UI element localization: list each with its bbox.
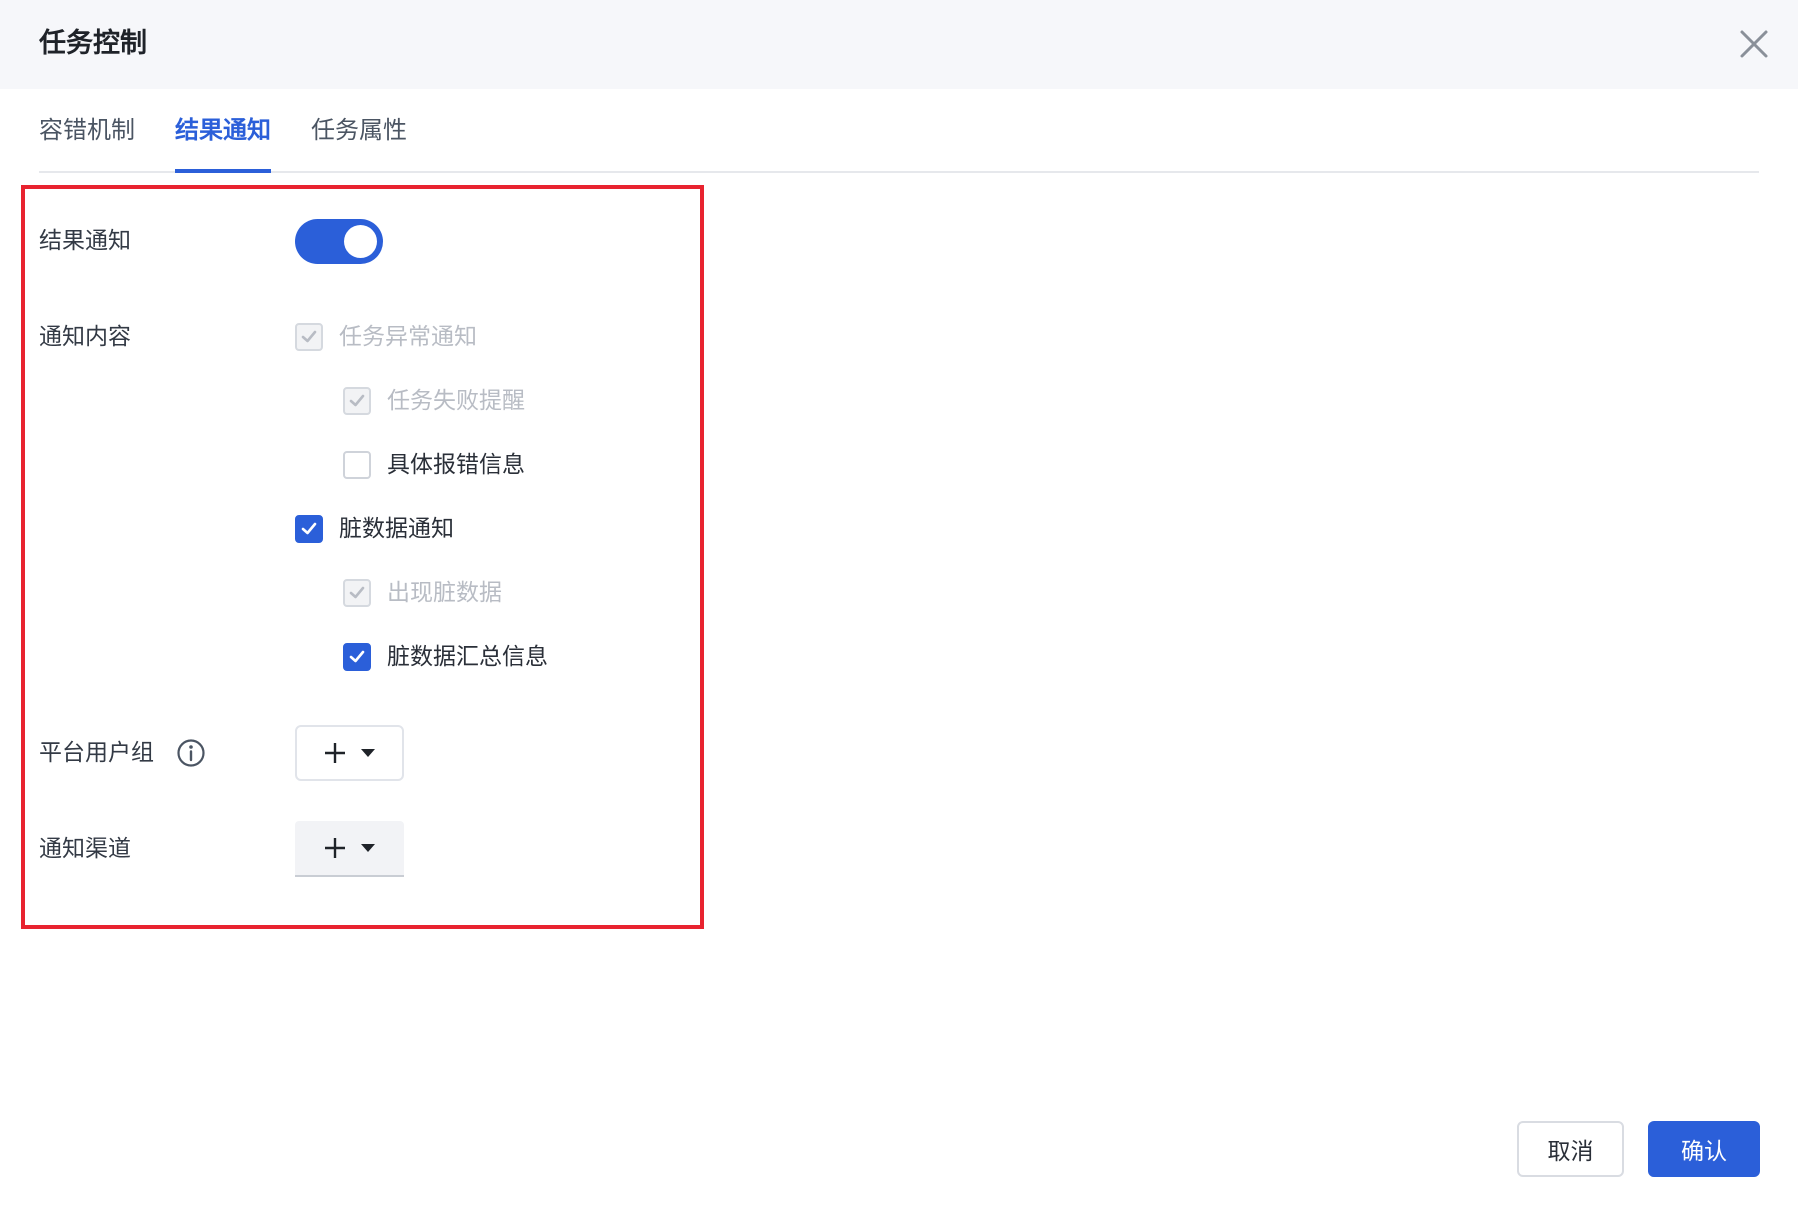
check-icon — [349, 586, 365, 599]
tab-bar: 容错机制 结果通知 任务属性 — [39, 89, 1759, 173]
user-group-add-dropdown[interactable] — [295, 725, 404, 781]
active-tab-indicator — [175, 169, 271, 173]
tab-fault-tolerance[interactable]: 容错机制 — [39, 113, 135, 147]
confirm-button[interactable]: 确认 — [1648, 1121, 1760, 1177]
switch-knob — [344, 225, 377, 258]
dialog-header: 任务控制 — [0, 0, 1798, 89]
channel-label: 通知渠道 — [39, 836, 131, 862]
check-icon — [301, 330, 317, 343]
result-notify-label: 结果通知 — [39, 228, 131, 254]
cancel-button[interactable]: 取消 — [1517, 1121, 1624, 1177]
tab-result-notify[interactable]: 结果通知 — [175, 113, 271, 147]
task-control-dialog: 任务控制 容错机制 结果通知 任务属性 结果通知 通知内容 任务异常通知 任务失… — [0, 0, 1798, 1210]
checkbox-dirty-data-summary[interactable] — [343, 643, 371, 671]
option-dirty-data-notify[interactable]: 脏数据通知 — [295, 513, 454, 545]
option-label: 具体报错信息 — [387, 452, 525, 478]
user-group-label: 平台用户组 — [39, 740, 154, 766]
checkbox-task-failed-alert[interactable] — [343, 387, 371, 415]
option-label: 脏数据汇总信息 — [387, 644, 548, 670]
option-label: 任务异常通知 — [339, 324, 477, 350]
checkbox-task-exception[interactable] — [295, 323, 323, 351]
plus-icon — [324, 838, 345, 858]
plus-icon — [324, 743, 345, 763]
dialog-title: 任务控制 — [39, 28, 147, 59]
caret-down-icon — [360, 749, 375, 757]
check-icon — [349, 650, 365, 663]
option-dirty-data-appears[interactable]: 出现脏数据 — [343, 577, 502, 609]
close-button[interactable] — [1734, 24, 1774, 64]
checkbox-dirty-data-appears[interactable] — [343, 579, 371, 607]
option-error-details[interactable]: 具体报错信息 — [343, 449, 525, 481]
notify-content-label: 通知内容 — [39, 324, 131, 350]
option-label: 出现脏数据 — [387, 580, 502, 606]
caret-down-icon — [360, 844, 375, 852]
tab-task-properties[interactable]: 任务属性 — [311, 113, 407, 147]
checkbox-error-details[interactable] — [343, 451, 371, 479]
close-icon — [1740, 30, 1768, 58]
option-label: 脏数据通知 — [339, 516, 454, 542]
info-icon[interactable] — [176, 738, 206, 768]
channel-add-dropdown[interactable] — [295, 821, 404, 877]
highlight-box — [21, 185, 704, 929]
check-icon — [301, 522, 317, 535]
checkbox-dirty-data-notify[interactable] — [295, 515, 323, 543]
option-task-exception[interactable]: 任务异常通知 — [295, 321, 477, 353]
check-icon — [349, 394, 365, 407]
option-dirty-data-summary[interactable]: 脏数据汇总信息 — [343, 641, 548, 673]
result-notify-switch[interactable] — [295, 219, 383, 264]
option-task-failed-alert[interactable]: 任务失败提醒 — [343, 385, 525, 417]
option-label: 任务失败提醒 — [387, 388, 525, 414]
